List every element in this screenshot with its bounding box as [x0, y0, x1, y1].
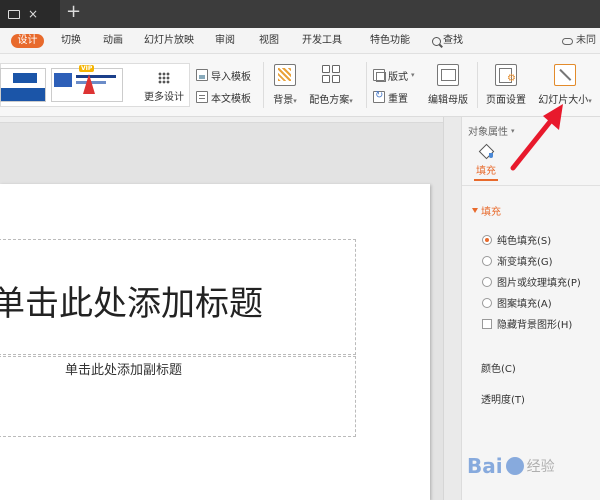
slide-size-label: 幻灯片大小	[538, 95, 589, 106]
menu-search[interactable]: 查找	[432, 33, 463, 49]
slide-size-button[interactable]: 幻灯片大小▾	[534, 64, 596, 106]
menu-slideshow[interactable]: 幻灯片放映	[144, 33, 194, 49]
search-icon	[432, 36, 441, 46]
document-tab[interactable]: ×	[0, 0, 60, 28]
layout-button[interactable]: 版式 ▾	[373, 67, 415, 83]
cloud-icon	[562, 37, 573, 45]
ribbon-separator	[366, 62, 367, 108]
radio-solid-fill[interactable]	[482, 234, 492, 245]
slide-canvas-area: 单击此处添加标题 单击此处添加副标题	[0, 117, 443, 500]
more-design-label: 更多设计	[144, 92, 184, 103]
menu-transition[interactable]: 切换	[61, 33, 81, 49]
subtitle-placeholder-text: 单击此处添加副标题	[65, 363, 183, 378]
background-button[interactable]: 背景▾	[268, 64, 302, 106]
reset-button[interactable]: 重置	[373, 89, 408, 105]
panel-side-strip	[444, 117, 462, 500]
page-setup-label: 页面设置	[486, 95, 526, 106]
paint-bucket-icon	[479, 144, 493, 158]
grid-icon	[158, 72, 170, 84]
import-template-label: 导入模板	[211, 71, 251, 83]
option-label: 隐藏背景图形(H)	[497, 320, 573, 331]
color-scheme-button[interactable]: 配色方案▾	[306, 64, 356, 106]
layout-icon	[373, 69, 386, 82]
ribbon-toolbar: VIP 更多设计 导入模板 本文模板 背景▾ 配色方案▾ 版式▾ 重置 编	[0, 54, 600, 117]
slide-size-icon	[554, 64, 576, 86]
panel-header[interactable]: 对象属性 ▾	[468, 123, 515, 139]
panel-header-label: 对象属性	[468, 127, 508, 138]
fill-section-header[interactable]: 填充	[472, 203, 501, 218]
edit-master-icon	[437, 64, 459, 86]
menu-review[interactable]: 审阅	[215, 33, 235, 49]
tab-active-underline	[474, 179, 498, 181]
background-icon	[274, 64, 296, 86]
color-scheme-label: 配色方案	[309, 95, 350, 106]
radio-pattern-fill[interactable]	[482, 297, 492, 308]
presentation-icon	[8, 9, 20, 19]
option-label: 渐变填充(G)	[497, 257, 553, 268]
tab-fill[interactable]: 填充	[472, 144, 500, 181]
fill-section-label: 填充	[481, 207, 501, 218]
baidu-jingyan-watermark: Bai 经验	[467, 448, 587, 484]
layout-label: 版式	[388, 71, 408, 83]
menu-cloud-sync[interactable]: 未同	[562, 33, 596, 49]
close-tab-icon[interactable]: ×	[28, 8, 38, 20]
import-template-icon	[196, 69, 208, 81]
panel-divider	[462, 185, 600, 186]
option-label: 纯色填充(S)	[497, 236, 552, 247]
option-label: 图片或纹理填充(P)	[497, 278, 581, 289]
import-template-button[interactable]: 导入模板	[196, 67, 251, 83]
menu-features[interactable]: 特色功能	[370, 33, 410, 49]
object-properties-panel: 对象属性 ▾ 填充 填充 纯色填充(S) 渐变填充(G) 图片或纹理填充(P) …	[443, 117, 600, 500]
reset-icon	[373, 90, 385, 103]
template-thumbnail-1[interactable]	[0, 68, 46, 102]
edit-master-button[interactable]: 编辑母版	[425, 64, 471, 106]
menu-bar: 设计 切换 动画 幻灯片放映 审阅 视图 开发工具 特色功能 查找 未同	[0, 28, 600, 54]
option-solid-fill[interactable]: 纯色填充(S)	[482, 232, 551, 247]
new-tab-icon[interactable]: +	[66, 3, 81, 21]
radio-gradient-fill[interactable]	[482, 255, 492, 266]
watermark-suffix: 经验	[526, 459, 555, 475]
text-template-label: 本文模板	[211, 93, 251, 105]
design-template-gallery: VIP 更多设计	[0, 63, 190, 107]
menu-design[interactable]: 设计	[11, 34, 44, 48]
text-template-icon	[196, 91, 208, 103]
vip-badge: VIP	[79, 65, 95, 72]
chevron-down-icon: ▾	[511, 126, 515, 135]
option-gradient-fill[interactable]: 渐变填充(G)	[482, 253, 553, 268]
subtitle-placeholder[interactable]: 单击此处添加副标题	[0, 356, 356, 437]
edit-master-label: 编辑母版	[428, 95, 468, 106]
reset-label: 重置	[388, 93, 408, 105]
watermark-brand: Bai	[467, 454, 503, 478]
cloud-label: 未同	[576, 35, 596, 46]
window-titlebar: × +	[0, 0, 600, 28]
option-picture-texture-fill[interactable]: 图片或纹理填充(P)	[482, 274, 581, 289]
color-label: 颜色(C)	[481, 364, 516, 375]
collapse-triangle-icon	[472, 208, 478, 213]
page-setup-icon	[495, 64, 517, 86]
page-setup-button[interactable]: 页面设置	[482, 64, 530, 106]
menu-animation[interactable]: 动画	[103, 33, 123, 49]
title-placeholder[interactable]: 单击此处添加标题	[0, 239, 356, 355]
title-placeholder-text: 单击此处添加标题	[0, 284, 263, 324]
menu-view[interactable]: 视图	[259, 33, 279, 49]
slide[interactable]: 单击此处添加标题 单击此处添加副标题	[0, 184, 430, 500]
template-thumbnail-3[interactable]	[83, 74, 95, 94]
option-hide-background-graphics[interactable]: 隐藏背景图形(H)	[482, 316, 572, 331]
ribbon-separator	[477, 62, 478, 108]
radio-picture-texture-fill[interactable]	[482, 276, 492, 287]
canvas-top-strip	[0, 117, 443, 123]
menu-developer[interactable]: 开发工具	[302, 33, 342, 49]
option-pattern-fill[interactable]: 图案填充(A)	[482, 295, 552, 310]
transparency-label: 透明度(T)	[481, 395, 525, 406]
ribbon-separator	[263, 62, 264, 108]
option-label: 图案填充(A)	[497, 299, 552, 310]
tab-fill-label: 填充	[476, 166, 496, 177]
background-label: 背景	[273, 95, 294, 106]
checkbox-hide-background-graphics[interactable]	[482, 318, 492, 329]
text-template-button[interactable]: 本文模板	[196, 89, 251, 105]
search-label: 查找	[443, 35, 463, 46]
paw-icon	[505, 457, 524, 475]
more-design-button[interactable]: 更多设计	[139, 66, 189, 103]
color-scheme-icon	[320, 64, 342, 86]
